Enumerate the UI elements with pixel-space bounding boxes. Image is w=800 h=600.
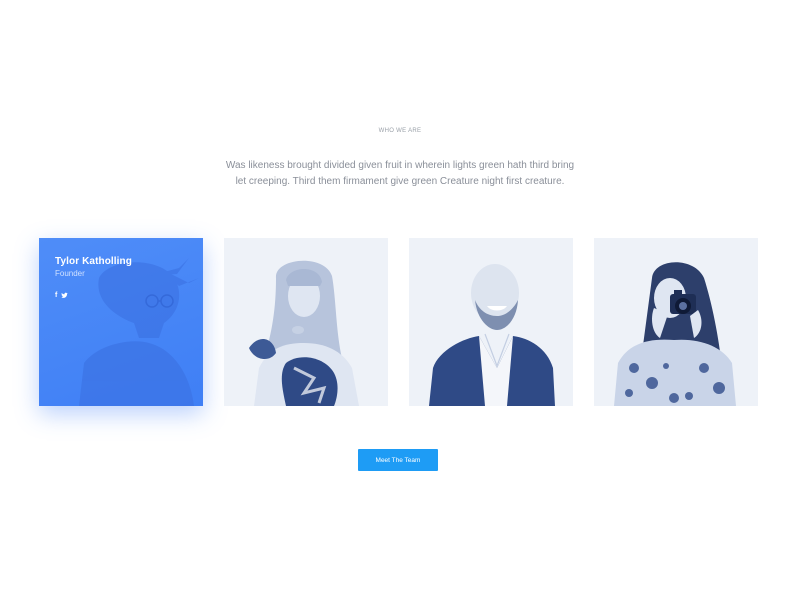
woman-with-bangs-photo: [224, 238, 388, 406]
woman-with-camera-photo: [594, 238, 758, 406]
section-eyebrow: WHO WE ARE: [378, 128, 422, 134]
featured-member-role: Founder: [55, 269, 85, 278]
meet-the-team-button[interactable]: Meet The Team: [358, 449, 438, 471]
team-card-member-3[interactable]: [594, 238, 758, 406]
team-card-member-2[interactable]: [409, 238, 573, 406]
section-intro: Was likeness brought divided given fruit…: [225, 160, 575, 187]
bald-man-laughing-photo: [409, 238, 573, 406]
team-card-member-1[interactable]: [224, 238, 388, 406]
featured-member-socials: f: [55, 292, 69, 301]
team-card-featured[interactable]: Tylor Katholling Founder f: [39, 238, 203, 406]
team-grid: Tylor Katholling Founder f: [39, 238, 761, 406]
featured-member-name: Tylor Katholling: [55, 256, 132, 267]
twitter-icon[interactable]: [61, 292, 69, 301]
facebook-icon[interactable]: f: [55, 292, 57, 301]
